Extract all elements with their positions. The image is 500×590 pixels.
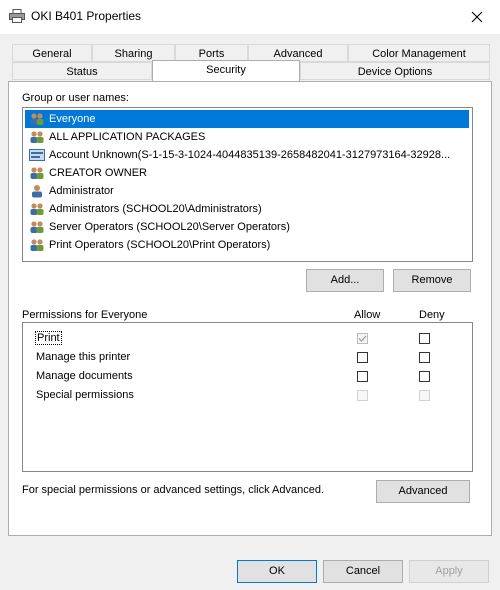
permission-name: Manage documents [36,370,133,382]
allow-checkbox-checked-disabled[interactable] [357,333,368,344]
list-item-label: Everyone [49,113,96,125]
list-item-label: CREATOR OWNER [49,167,147,179]
group-icon [30,221,44,233]
group-or-user-names-label: Group or user names: [22,92,129,104]
permission-name: Special permissions [36,389,134,401]
permission-name: Print [35,331,62,345]
tab-security[interactable]: Security [152,60,300,81]
deny-checkbox[interactable] [419,333,430,344]
tab-general[interactable]: General [12,44,92,62]
list-item[interactable]: Administrator [25,182,469,200]
deny-checkbox-disabled [419,390,430,401]
add-button[interactable]: Add... [306,269,384,292]
permission-row: Manage documents [23,367,472,386]
list-item-label: Administrators (SCHOOL20\Administrators) [49,203,262,215]
unknown-account-icon [29,149,45,161]
deny-checkbox[interactable] [419,371,430,382]
group-icon [30,131,44,143]
permissions-list[interactable]: Print Manage this printer Manage documen… [22,322,473,472]
cancel-button[interactable]: Cancel [323,560,403,583]
list-item[interactable]: Everyone [25,110,469,128]
list-item[interactable]: Administrators (SCHOOL20\Administrators) [25,200,469,218]
list-item-label: Print Operators (SCHOOL20\Print Operator… [49,239,271,251]
tab-color-management[interactable]: Color Management [348,44,490,62]
deny-checkbox[interactable] [419,352,430,363]
close-icon [471,11,483,23]
deny-column-header: Deny [419,309,445,321]
allow-column-header: Allow [354,309,381,321]
list-item[interactable]: Account Unknown(S-1-15-3-1024-4044835139… [25,146,469,164]
title-bar: OKI B401 Properties [0,0,500,34]
apply-button[interactable]: Apply [409,560,489,583]
advanced-button[interactable]: Advanced [376,480,470,503]
list-item-label: Account Unknown(S-1-15-3-1024-4044835139… [49,149,451,161]
list-item[interactable]: CREATOR OWNER [25,164,469,182]
user-list[interactable]: Everyone ALL APPLICATION PACKAGES Accoun… [22,107,473,262]
group-icon [30,239,44,251]
ok-button[interactable]: OK [237,560,317,583]
list-item[interactable]: ALL APPLICATION PACKAGES [25,128,469,146]
tab-status[interactable]: Status [12,62,152,80]
permission-row: Print [23,329,472,348]
tab-device-options[interactable]: Device Options [300,62,490,80]
permission-row: Manage this printer [23,348,472,367]
allow-checkbox[interactable] [357,352,368,363]
list-item[interactable]: Print Operators (SCHOOL20\Print Operator… [25,236,469,254]
group-icon [30,113,44,125]
help-text: For special permissions or advanced sett… [22,484,325,496]
permission-row: Special permissions [23,386,472,405]
permissions-for-label: Permissions for Everyone [22,309,148,321]
allow-checkbox-disabled [357,390,368,401]
allow-checkbox[interactable] [357,371,368,382]
list-item-label: Administrator [49,185,114,197]
list-item-label: Server Operators (SCHOOL20\Server Operat… [49,221,290,233]
list-item-label: ALL APPLICATION PACKAGES [49,131,206,143]
group-icon [30,167,44,179]
group-icon [30,203,44,215]
list-item[interactable]: Server Operators (SCHOOL20\Server Operat… [25,218,469,236]
user-icon [32,185,42,198]
remove-button[interactable]: Remove [393,269,471,292]
permission-name: Manage this printer [36,351,131,363]
close-button[interactable] [460,4,494,30]
window-title: OKI B401 Properties [31,9,142,23]
printer-icon [9,9,25,23]
